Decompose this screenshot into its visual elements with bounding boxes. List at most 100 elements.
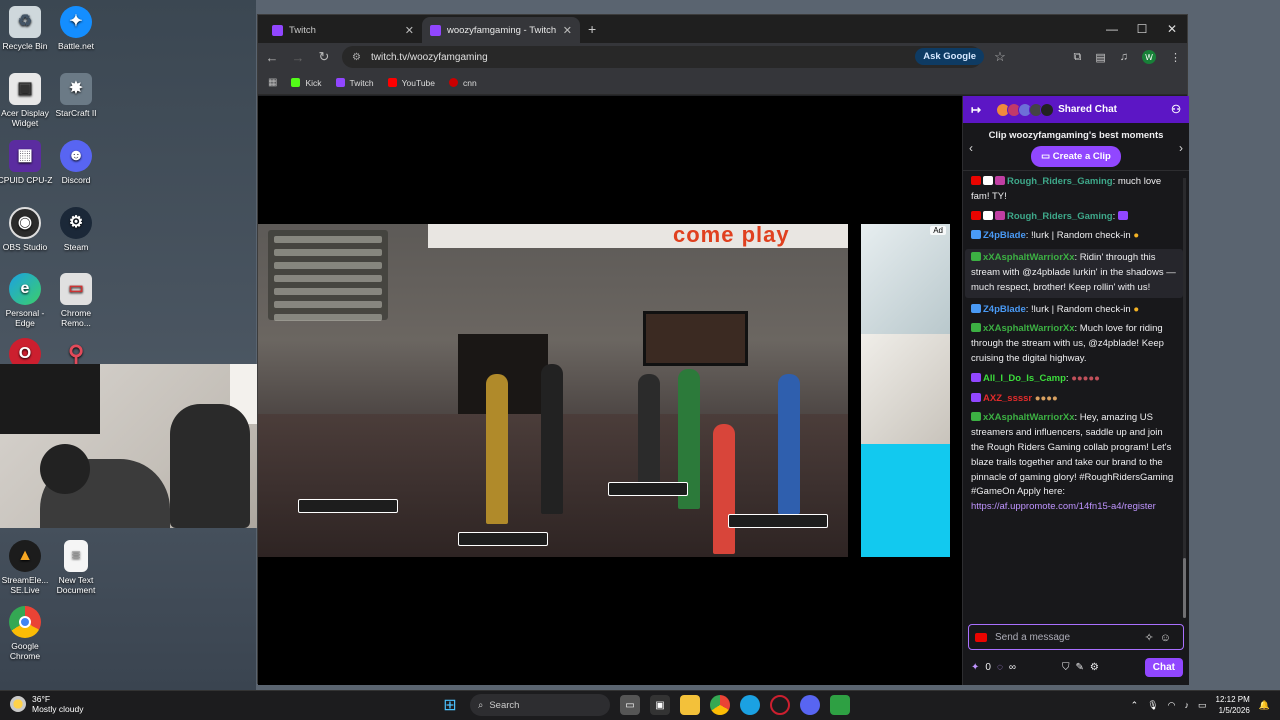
extensions-icon[interactable]: ⧉ <box>1073 51 1081 64</box>
weather-widget[interactable]: 36°F Mostly cloudy <box>10 694 84 714</box>
desktop-icon-chrome-remote[interactable]: ▭ Chrome Remo... <box>48 273 104 328</box>
taskbar-search[interactable]: ⌕ Search <box>470 694 610 716</box>
chat-send-button[interactable]: Chat <box>1144 657 1183 677</box>
game-player <box>713 424 735 554</box>
discord-taskbar-icon[interactable] <box>800 695 820 715</box>
chat-username[interactable]: xXAsphaltWarriorXx <box>983 252 1075 263</box>
menu-icon[interactable]: ⋮ <box>1170 51 1181 64</box>
twitch-favicon-icon <box>430 24 441 36</box>
chat-message-highlighted: xXAsphaltWarriorXx: Ridin' through this … <box>965 249 1183 298</box>
wifi-icon[interactable]: ◠ <box>1168 700 1176 711</box>
new-tab-button[interactable]: + <box>580 21 604 43</box>
chrome-taskbar-icon[interactable] <box>710 695 730 715</box>
desktop-icon-google-chrome[interactable]: Google Chrome <box>0 606 53 661</box>
back-icon[interactable]: ← <box>264 50 280 65</box>
desktop-icon-acer-display-widget[interactable]: ▣ Acer Display Widget <box>0 73 53 128</box>
emote-picker-icon[interactable]: ✧☺ <box>1145 631 1177 644</box>
chat-username[interactable]: All_I_Do_Is_Camp <box>983 373 1066 384</box>
bookmark-youtube[interactable]: YouTube <box>387 78 435 88</box>
bookmark-kick[interactable]: Kick <box>291 78 322 88</box>
subscriber-badge-icon <box>971 303 981 313</box>
video-player[interactable]: come play Ad <box>258 96 962 685</box>
ask-google-button[interactable]: Ask Google <box>915 48 984 65</box>
desktop-icon-edge[interactable]: e Personal - Edge <box>0 273 53 328</box>
tray-overflow-icon[interactable]: ⌃ <box>1131 700 1139 711</box>
reload-icon[interactable]: ↻ <box>316 49 332 65</box>
bookmark-star-icon[interactable]: ☆ <box>992 49 1008 65</box>
address-bar[interactable]: ⚙ twitch.tv/woozyfamgaming Ask Google <box>342 46 984 68</box>
twitch-icon <box>335 78 345 87</box>
chat-username[interactable]: AXZ_ssssr <box>983 393 1032 404</box>
media-icon[interactable]: ♫ <box>1120 51 1128 63</box>
prev-arrow-icon[interactable]: ‹ <box>969 141 973 155</box>
game-player-gold <box>486 374 508 524</box>
battery-icon[interactable]: ▭ <box>1198 700 1207 711</box>
system-tray: ⌃ 🎙 ◠ ♪ ▭ 12:12 PM 1/5/2026 🔔 <box>1131 694 1270 716</box>
start-icon[interactable]: ⊞ <box>440 695 460 715</box>
settings-gear-icon[interactable]: ⚙ <box>1090 662 1099 673</box>
app-taskbar-icon[interactable] <box>830 695 850 715</box>
scroll-thumb[interactable] <box>1183 558 1186 618</box>
shield-icon[interactable]: ⛉ <box>1062 662 1070 673</box>
game-nameplate <box>728 514 828 528</box>
chat-scrollbar[interactable] <box>1183 178 1186 618</box>
desktop-icon-battlenet[interactable]: ✦ Battle.net <box>48 6 104 51</box>
task-view-icon[interactable]: ▭ <box>620 695 640 715</box>
volume-icon[interactable]: ♪ <box>1185 700 1190 710</box>
site-info-icon[interactable]: ⚙ <box>352 52 361 63</box>
channel-points-icon[interactable]: ✦ <box>971 662 979 673</box>
minimize-icon[interactable]: — <box>1097 15 1127 43</box>
tab-bar: Twitch ✕ woozyfamgaming - Twitch ✕ + — ☐… <box>258 15 1187 43</box>
chat-username[interactable]: Z4pBlade <box>983 304 1026 315</box>
chat-username[interactable]: Rough_Riders_Gaming <box>1007 211 1113 222</box>
shared-chat-avatars[interactable] <box>996 102 1055 117</box>
bookmark-twitch[interactable]: Twitch <box>335 78 374 88</box>
maximize-icon[interactable]: ☐ <box>1127 15 1157 43</box>
ad-panel[interactable]: Ad <box>861 224 950 557</box>
desktop-icon-streamelements[interactable]: ▲ StreamEle... SE.Live <box>0 540 53 595</box>
desktop-icon-discord[interactable]: ☻ Discord <box>48 140 104 185</box>
desktop-icon-obs[interactable]: ◉ OBS Studio <box>0 207 53 252</box>
stream-video[interactable]: come play <box>258 224 848 557</box>
widgets-icon[interactable]: ▣ <box>650 695 670 715</box>
microphone-icon[interactable]: 🎙 <box>1147 700 1158 711</box>
create-clip-button[interactable]: ▭ Create a Clip <box>1031 146 1121 167</box>
edge-taskbar-icon[interactable] <box>740 695 760 715</box>
clock[interactable]: 12:12 PM 1/5/2026 <box>1216 694 1250 716</box>
collapse-chat-icon[interactable]: ↦ <box>971 103 981 117</box>
text-doc-icon: ≡ <box>64 540 88 572</box>
tab-woozyfamgaming[interactable]: woozyfamgaming - Twitch ✕ <box>422 17 580 43</box>
close-tab-icon[interactable]: ✕ <box>405 24 414 37</box>
close-tab-icon[interactable]: ✕ <box>563 24 572 37</box>
chat-username[interactable]: Z4pBlade <box>983 230 1026 241</box>
desktop-icon-steam[interactable]: ⚙ Steam <box>48 207 104 252</box>
hype-icon[interactable]: ◌ <box>997 662 1003 673</box>
chat-message: Rough_Riders_Gaming: <box>971 210 1177 225</box>
users-icon[interactable]: ⚇ <box>1171 103 1181 116</box>
profile-avatar[interactable]: W <box>1142 50 1156 64</box>
bookmark-cnn[interactable]: cnn <box>449 78 477 88</box>
chat-input[interactable]: Send a message ✧☺ <box>968 624 1184 650</box>
brush-icon[interactable]: ✎ <box>1075 662 1083 673</box>
chat-username[interactable]: xXAsphaltWarriorXx <box>983 323 1075 334</box>
opera-taskbar-icon[interactable] <box>770 695 790 715</box>
side-panel-icon[interactable]: ▤ <box>1095 51 1105 64</box>
desktop-icon-starcraft[interactable]: ✸ StarCraft II <box>48 73 104 118</box>
clip-banner: ‹ Clip woozyfamgaming's best moments ▭ C… <box>963 123 1189 171</box>
next-arrow-icon[interactable]: › <box>1179 141 1183 155</box>
notifications-icon[interactable]: 🔔 <box>1259 700 1270 711</box>
close-window-icon[interactable]: ✕ <box>1157 15 1187 43</box>
desktop-icon-new-text-document[interactable]: ≡ New Text Document <box>48 540 104 595</box>
star-badge-icon <box>983 176 993 185</box>
chat-username[interactable]: Rough_Riders_Gaming <box>1007 176 1113 187</box>
file-explorer-icon[interactable] <box>680 695 700 715</box>
chat-emote-icon <box>1117 210 1128 220</box>
forward-icon[interactable]: → <box>290 50 306 65</box>
desktop-icon-cpuz[interactable]: ▦ CPUID CPU-Z <box>0 140 53 185</box>
chat-link[interactable]: https://af.uppromote.com/14fn15-a4/regis… <box>971 501 1156 512</box>
chat-username[interactable]: xXAsphaltWarriorXx <box>983 412 1075 423</box>
game-poster <box>643 311 748 366</box>
tab-twitch[interactable]: Twitch ✕ <box>264 17 422 43</box>
apps-grid-icon[interactable]: ▦ <box>268 77 277 88</box>
desktop-icon-recycle-bin[interactable]: ♻ Recycle Bin <box>0 6 53 51</box>
